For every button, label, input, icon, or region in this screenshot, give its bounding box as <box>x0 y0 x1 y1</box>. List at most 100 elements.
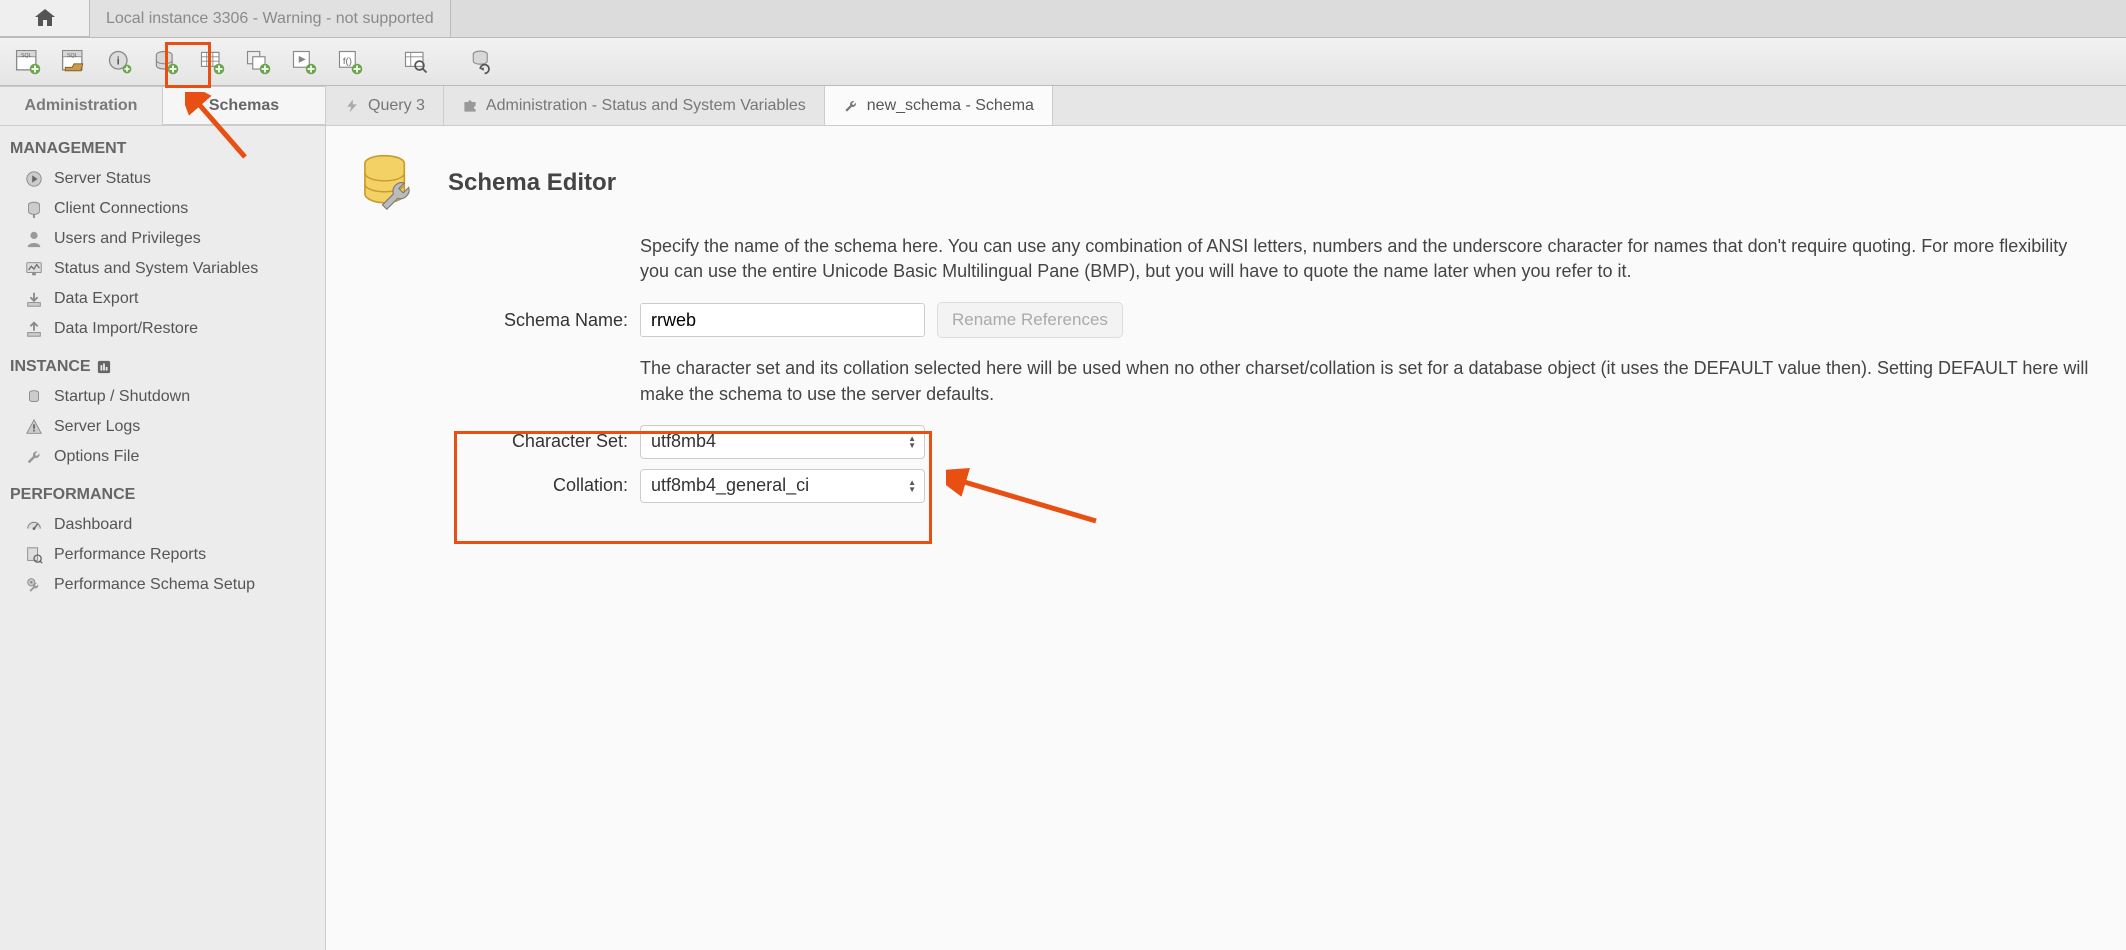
nav-server-status[interactable]: Server Status <box>0 164 325 194</box>
collation-value: utf8mb4_general_ci <box>651 475 809 496</box>
sql-plus-icon: SQL <box>14 48 42 76</box>
nav-client-connections[interactable]: Client Connections <box>0 194 325 224</box>
nav-label: Users and Privileges <box>54 230 201 248</box>
nav-label: Startup / Shutdown <box>54 388 190 406</box>
section-instance: INSTANCE <box>0 344 325 382</box>
tab-schemas[interactable]: Schemas <box>162 86 325 125</box>
nav-label: Data Export <box>54 290 138 308</box>
connection-tab-label: Local instance 3306 - Warning - not supp… <box>106 10 434 28</box>
new-table-button[interactable] <box>192 43 232 81</box>
svg-text:SQL: SQL <box>21 52 32 58</box>
play-circle-icon <box>24 169 44 189</box>
tab-query-label: Query 3 <box>368 97 425 115</box>
sidebar: Administration Schemas MANAGEMENT Server… <box>0 86 326 950</box>
tab-administration[interactable]: Administration <box>0 86 162 125</box>
new-function-button[interactable]: f() <box>330 43 370 81</box>
tab-new-schema[interactable]: new_schema - Schema <box>825 86 1053 125</box>
tab-schemas-label: Schemas <box>209 97 279 115</box>
schema-name-input[interactable] <box>640 303 925 337</box>
tab-admin-status[interactable]: Administration - Status and System Varia… <box>444 86 825 125</box>
new-schema-button[interactable] <box>146 43 186 81</box>
section-performance: PERFORMANCE <box>0 472 325 510</box>
warning-icon <box>24 417 44 437</box>
user-icon <box>24 229 44 249</box>
nav-label: Server Logs <box>54 418 140 436</box>
dropdown-arrows-icon: ▲▼ <box>908 479 916 493</box>
tab-new-schema-label: new_schema - Schema <box>867 97 1034 115</box>
nav-label: Status and System Variables <box>54 260 258 278</box>
procedure-plus-icon <box>290 48 318 76</box>
nav-server-logs[interactable]: Server Logs <box>0 412 325 442</box>
nav-users-privileges[interactable]: Users and Privileges <box>0 224 325 254</box>
nav-label: Options File <box>54 448 139 466</box>
sql-open-icon: SQL <box>60 48 88 76</box>
collation-dropdown[interactable]: utf8mb4_general_ci ▲▼ <box>640 469 925 503</box>
nav-label: Performance Reports <box>54 546 206 564</box>
import-icon <box>24 319 44 339</box>
database-plus-icon <box>152 48 180 76</box>
collation-label: Collation: <box>484 475 628 496</box>
gear-wrench-icon <box>24 575 44 595</box>
nav-performance-schema-setup[interactable]: Performance Schema Setup <box>0 570 325 600</box>
nav-data-import[interactable]: Data Import/Restore <box>0 314 325 344</box>
table-plus-icon <box>198 48 226 76</box>
db-refresh-icon <box>468 48 496 76</box>
nav-label: Performance Schema Setup <box>54 576 255 594</box>
tab-admin-label: Administration - Status and System Varia… <box>486 97 806 115</box>
charset-dropdown[interactable]: utf8mb4 ▲▼ <box>640 425 925 459</box>
wrench-icon <box>843 98 859 114</box>
sidebar-tabs: Administration Schemas <box>0 86 325 126</box>
schema-editor-panel: Schema Editor Specify the name of the sc… <box>326 126 2126 950</box>
schema-name-label: Schema Name: <box>484 310 628 331</box>
puzzle-icon <box>462 98 478 114</box>
main-tab-bar: Query 3 Administration - Status and Syst… <box>326 86 2126 126</box>
home-icon <box>33 6 57 30</box>
power-icon <box>24 387 44 407</box>
export-icon <box>24 289 44 309</box>
instance-badge-icon <box>97 360 111 374</box>
tab-query[interactable]: Query 3 <box>326 86 444 125</box>
nav-label: Dashboard <box>54 516 132 534</box>
section-management: MANAGEMENT <box>0 126 325 164</box>
tab-administration-label: Administration <box>25 97 138 115</box>
wrench-icon <box>24 447 44 467</box>
function-plus-icon: f() <box>336 48 364 76</box>
monitor-icon <box>24 259 44 279</box>
nav-status-variables[interactable]: Status and System Variables <box>0 254 325 284</box>
info-icon: i <box>106 48 134 76</box>
home-tab[interactable] <box>0 0 90 37</box>
report-icon <box>24 545 44 565</box>
schema-icon <box>354 148 424 218</box>
rename-references-button[interactable]: Rename References <box>937 302 1123 338</box>
dropdown-arrows-icon: ▲▼ <box>908 435 916 449</box>
svg-text:f(): f() <box>343 55 352 66</box>
lightning-icon <box>344 98 360 114</box>
charset-label: Character Set: <box>484 431 628 452</box>
nav-performance-reports[interactable]: Performance Reports <box>0 540 325 570</box>
search-table-button[interactable] <box>396 43 436 81</box>
connections-icon <box>24 199 44 219</box>
open-sql-button[interactable]: SQL <box>54 43 94 81</box>
new-sql-tab-button[interactable]: SQL <box>8 43 48 81</box>
svg-text:SQL: SQL <box>67 52 78 58</box>
gauge-icon <box>24 515 44 535</box>
nav-label: Client Connections <box>54 200 188 218</box>
reconnect-button[interactable] <box>462 43 502 81</box>
inspector-button[interactable]: i <box>100 43 140 81</box>
help-text-charset: The character set and its collation sele… <box>640 356 2098 406</box>
nav-label: Data Import/Restore <box>54 320 198 338</box>
view-plus-icon <box>244 48 272 76</box>
table-search-icon <box>402 48 430 76</box>
new-procedure-button[interactable] <box>284 43 324 81</box>
connection-tab[interactable]: Local instance 3306 - Warning - not supp… <box>90 0 451 37</box>
editor-title: Schema Editor <box>448 169 616 197</box>
main-area: Query 3 Administration - Status and Syst… <box>326 86 2126 950</box>
help-text-name: Specify the name of the schema here. You… <box>640 234 2098 284</box>
nav-data-export[interactable]: Data Export <box>0 284 325 314</box>
charset-value: utf8mb4 <box>651 431 716 452</box>
nav-label: Server Status <box>54 170 151 188</box>
nav-dashboard[interactable]: Dashboard <box>0 510 325 540</box>
nav-options-file[interactable]: Options File <box>0 442 325 472</box>
new-view-button[interactable] <box>238 43 278 81</box>
nav-startup-shutdown[interactable]: Startup / Shutdown <box>0 382 325 412</box>
